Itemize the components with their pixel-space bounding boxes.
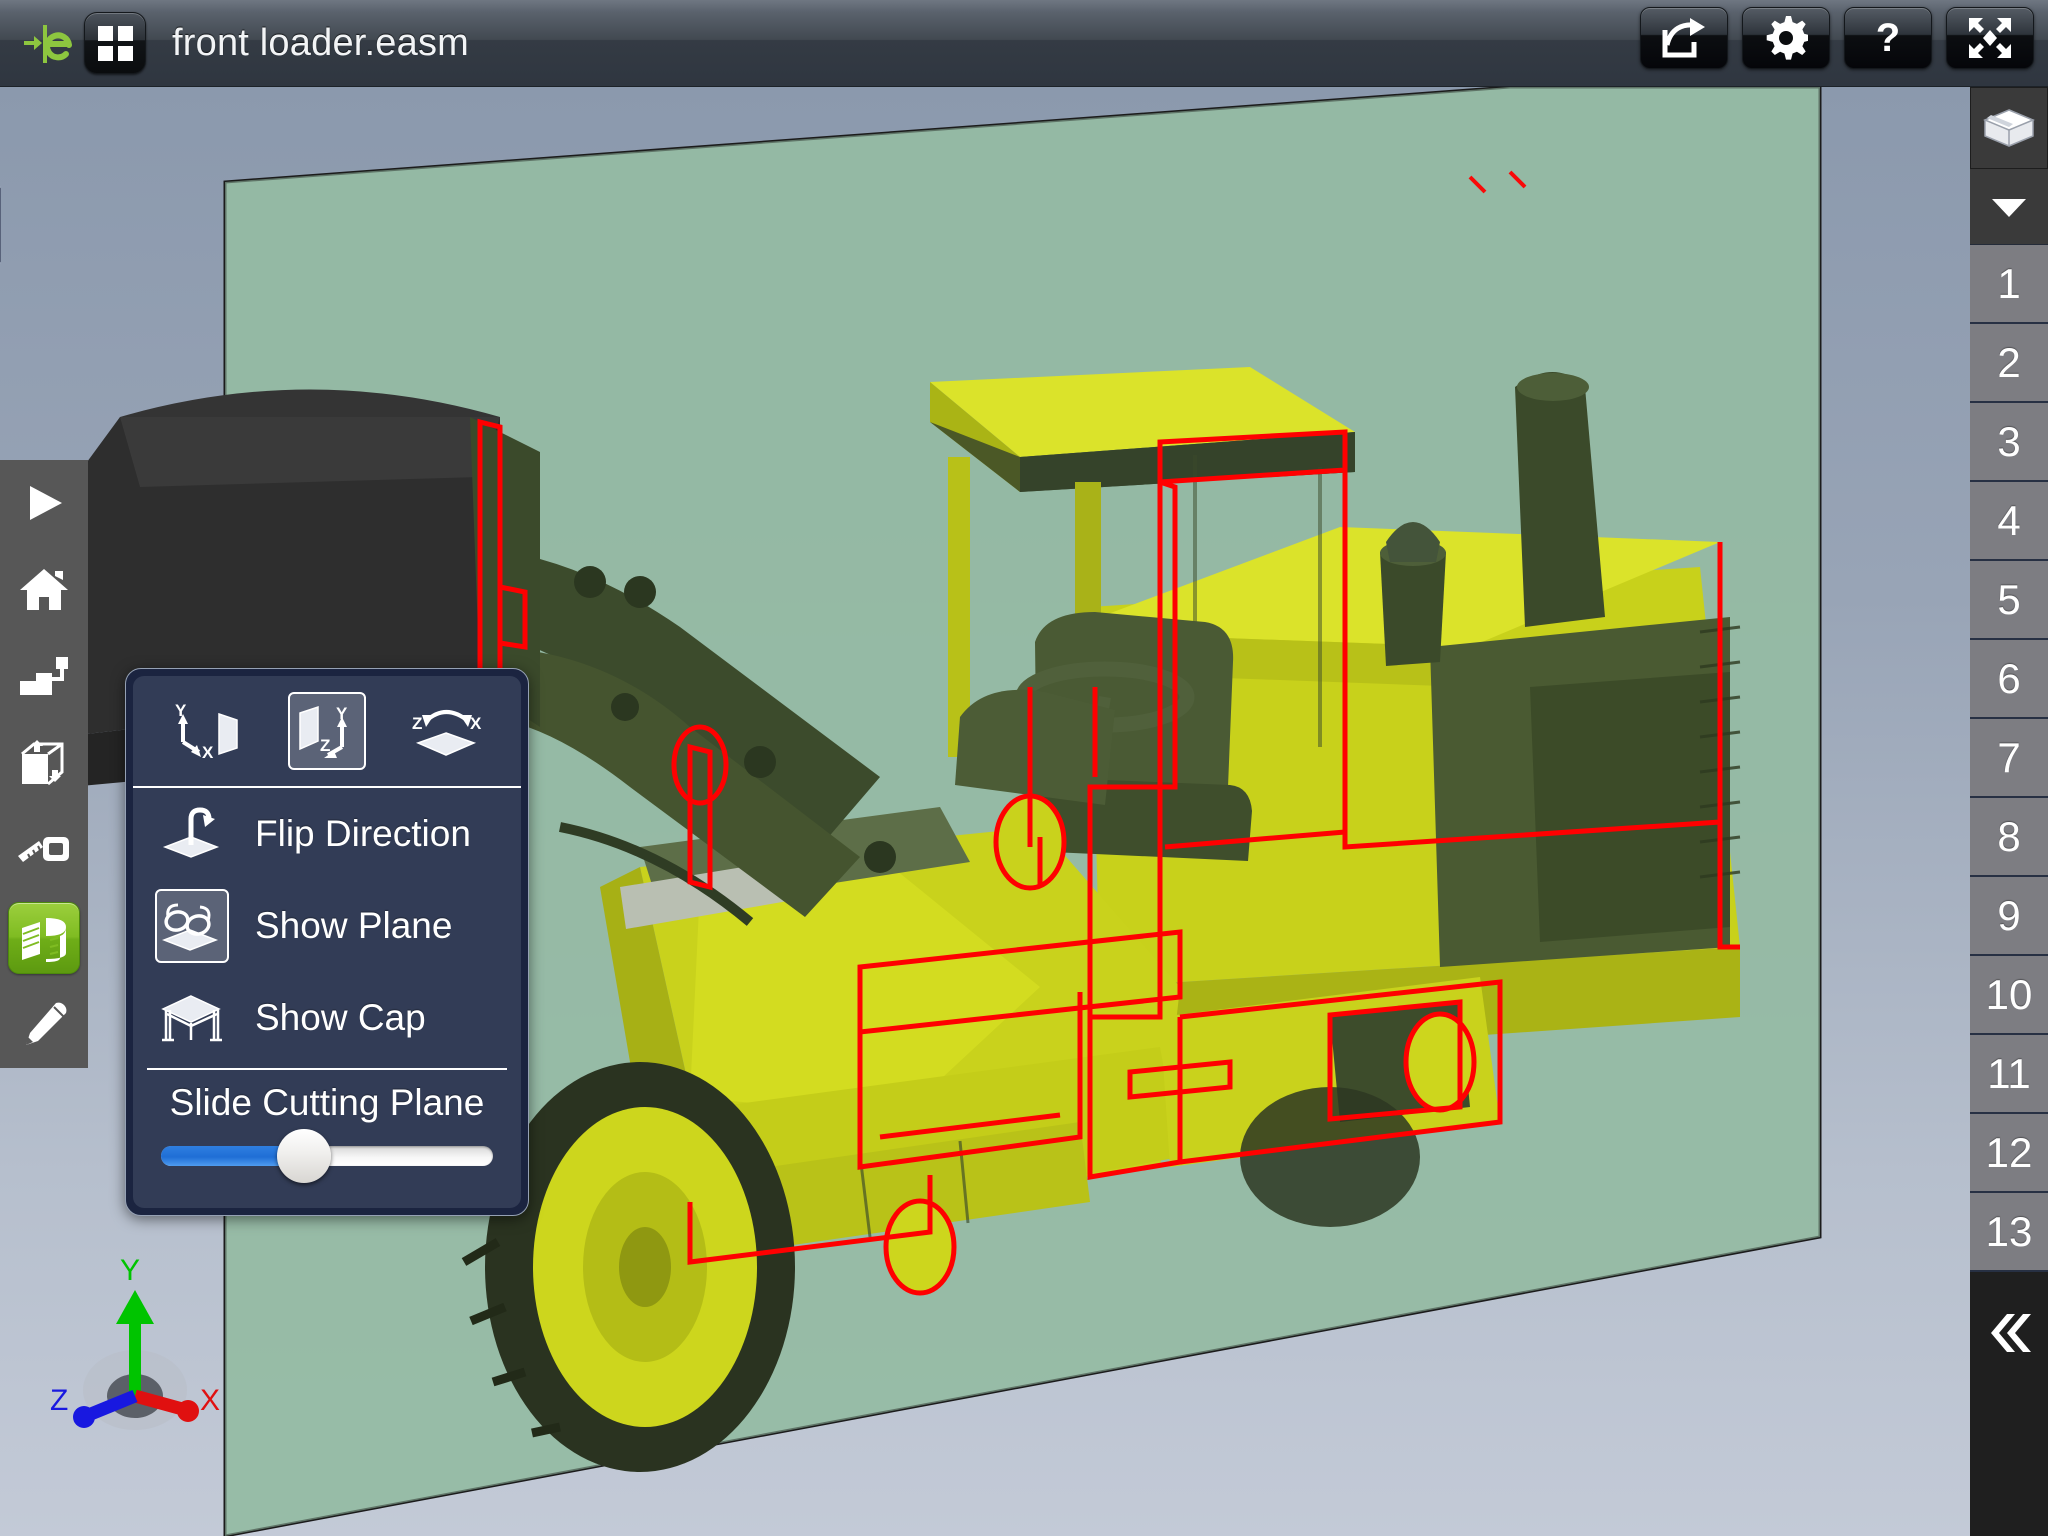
app-header: front loader.easm ? (0, 0, 2048, 87)
configuration-list: 1 2 3 4 5 6 7 8 9 10 11 12 13 (1970, 245, 2048, 1272)
edrawings-logo-icon (24, 25, 72, 63)
fullscreen-button[interactable] (1946, 7, 2034, 69)
home-view-tool[interactable] (0, 547, 88, 634)
expand-configurations-button[interactable] (1970, 169, 2048, 245)
axis-triad: Y X Z (50, 1254, 220, 1430)
markup-tool[interactable] (0, 981, 88, 1068)
popup-pointer-arrow (0, 186, 1, 264)
cross-section-box-tool[interactable] (0, 721, 88, 808)
configuration-item[interactable]: 6 (1970, 640, 2048, 719)
double-chevron-left-icon (1991, 1314, 2031, 1352)
svg-text:Y: Y (175, 701, 187, 720)
configuration-item[interactable]: 9 (1970, 877, 2048, 956)
configuration-item[interactable]: 8 (1970, 798, 2048, 877)
section-settings-popup: Y X Y Z Z X Flip Direction Show Plane Sh… (125, 668, 529, 1216)
explode-tool[interactable] (0, 634, 88, 721)
fullscreen-arrows-icon (1969, 18, 2011, 58)
show-cap-item[interactable]: Show Cap (133, 972, 521, 1064)
configuration-item[interactable]: 7 (1970, 719, 2048, 798)
play-icon (30, 486, 62, 521)
header-actions: ? (1640, 7, 2034, 69)
svg-text:X: X (470, 714, 482, 733)
play-animation-tool[interactable] (0, 460, 88, 547)
slide-cutting-plane-slider[interactable] (161, 1129, 493, 1183)
configuration-item[interactable]: 12 (1970, 1114, 2048, 1193)
configuration-item[interactable]: 10 (1970, 956, 2048, 1035)
show-cap-label: Show Cap (255, 997, 426, 1038)
share-arrow-icon (1662, 18, 1705, 58)
grid-menu-button[interactable] (84, 12, 146, 74)
flip-direction-item[interactable]: Flip Direction (133, 788, 521, 880)
help-button[interactable]: ? (1844, 7, 1932, 69)
plane-yz-button[interactable]: Y Z (288, 692, 366, 770)
flip-direction-label: Flip Direction (255, 813, 471, 854)
configuration-item[interactable]: 3 (1970, 403, 2048, 482)
explode-icon (20, 657, 68, 696)
show-plane-item[interactable]: Show Plane (133, 880, 521, 972)
collapse-panel-button[interactable] (1970, 1272, 2048, 1536)
left-toolbar (0, 460, 88, 1068)
configuration-item[interactable]: 11 (1970, 1035, 2048, 1114)
chevron-down-icon (1992, 198, 2026, 217)
svg-text:X: X (202, 743, 214, 762)
page-title: front loader.easm (172, 21, 470, 64)
plane-zx-icon: Z X (412, 710, 482, 756)
configuration-item[interactable]: 4 (1970, 482, 2048, 561)
home-icon (20, 569, 68, 611)
plane-yx-icon: Y X (175, 701, 238, 762)
glasses-plane-icon (162, 903, 219, 951)
stacked-parts-icon (1983, 109, 2035, 147)
svg-text:Z: Z (412, 714, 422, 733)
measure-tool[interactable] (0, 807, 88, 894)
axis-label-z: Z (50, 1384, 68, 1417)
plane-yz-icon: Y Z (299, 704, 348, 758)
flip-direction-icon (162, 807, 220, 858)
question-mark-icon: ? (1875, 16, 1901, 60)
configuration-item[interactable]: 5 (1970, 561, 2048, 640)
configuration-item[interactable]: 1 (1970, 245, 2048, 324)
share-button[interactable] (1640, 7, 1728, 69)
configuration-item[interactable]: 13 (1970, 1193, 2048, 1272)
svg-text:Z: Z (320, 736, 330, 755)
plane-zx-button[interactable]: Z X (408, 692, 486, 770)
cap-table-icon (161, 995, 222, 1042)
parts-list-button[interactable] (1970, 87, 2048, 169)
section-view-tool[interactable] (0, 894, 88, 981)
gear-icon (1766, 16, 1808, 60)
slider-thumb[interactable] (276, 1129, 331, 1183)
configurations-panel: 1 2 3 4 5 6 7 8 9 10 11 12 13 (1970, 87, 2048, 1536)
slide-cutting-plane-label: Slide Cutting Plane (169, 1082, 485, 1123)
pencil-icon (26, 1002, 67, 1045)
cut-section-icon (22, 917, 66, 962)
axis-label-y: Y (120, 1254, 140, 1287)
configuration-item[interactable]: 2 (1970, 324, 2048, 403)
plane-yx-button[interactable]: Y X (168, 692, 246, 770)
slide-cutting-plane-block: Slide Cutting Plane (133, 1070, 521, 1183)
show-plane-label: Show Plane (255, 905, 453, 946)
settings-button[interactable] (1742, 7, 1830, 69)
plane-orientation-row: Y X Y Z Z X (133, 676, 521, 788)
grid-menu-icon (97, 25, 133, 61)
box-arrow-icon (21, 740, 64, 786)
axis-label-x: X (200, 1384, 220, 1417)
tape-measure-icon (18, 836, 69, 862)
